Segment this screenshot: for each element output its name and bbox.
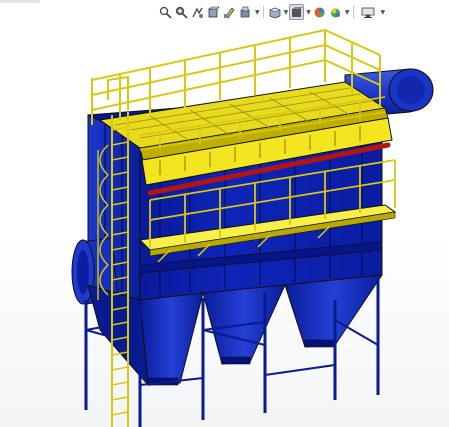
graphics-viewport[interactable]: ▼ ▼ ▼ ▼ ▼ <box>0 0 449 427</box>
hide-all-types-icon[interactable] <box>238 4 253 20</box>
view-orientation-icon[interactable] <box>267 4 282 20</box>
view-settings-icon[interactable] <box>357 4 379 20</box>
display-style-icon[interactable] <box>289 4 305 20</box>
edit-appearance-icon[interactable] <box>328 4 343 20</box>
section-view-icon[interactable] <box>206 4 221 20</box>
chevron-down-icon[interactable]: ▼ <box>345 9 350 16</box>
chevron-down-icon[interactable]: ▼ <box>306 9 311 16</box>
zoom-to-area-icon[interactable] <box>174 4 189 20</box>
chevron-down-icon[interactable]: ▼ <box>284 9 289 16</box>
chevron-down-icon[interactable]: ▼ <box>255 9 260 16</box>
toolbar-separator <box>262 6 264 18</box>
previous-view-icon[interactable] <box>190 4 205 20</box>
hide-show-items-icon[interactable] <box>312 4 327 20</box>
dynamic-annotation-icon[interactable] <box>222 4 237 20</box>
heads-up-view-toolbar: ▼ ▼ ▼ ▼ ▼ <box>158 3 385 21</box>
toolbar-separator <box>352 6 354 18</box>
zoom-to-fit-icon[interactable] <box>158 4 173 20</box>
baghouse-dust-collector-model[interactable] <box>0 0 449 427</box>
chevron-down-icon[interactable]: ▼ <box>381 9 386 16</box>
